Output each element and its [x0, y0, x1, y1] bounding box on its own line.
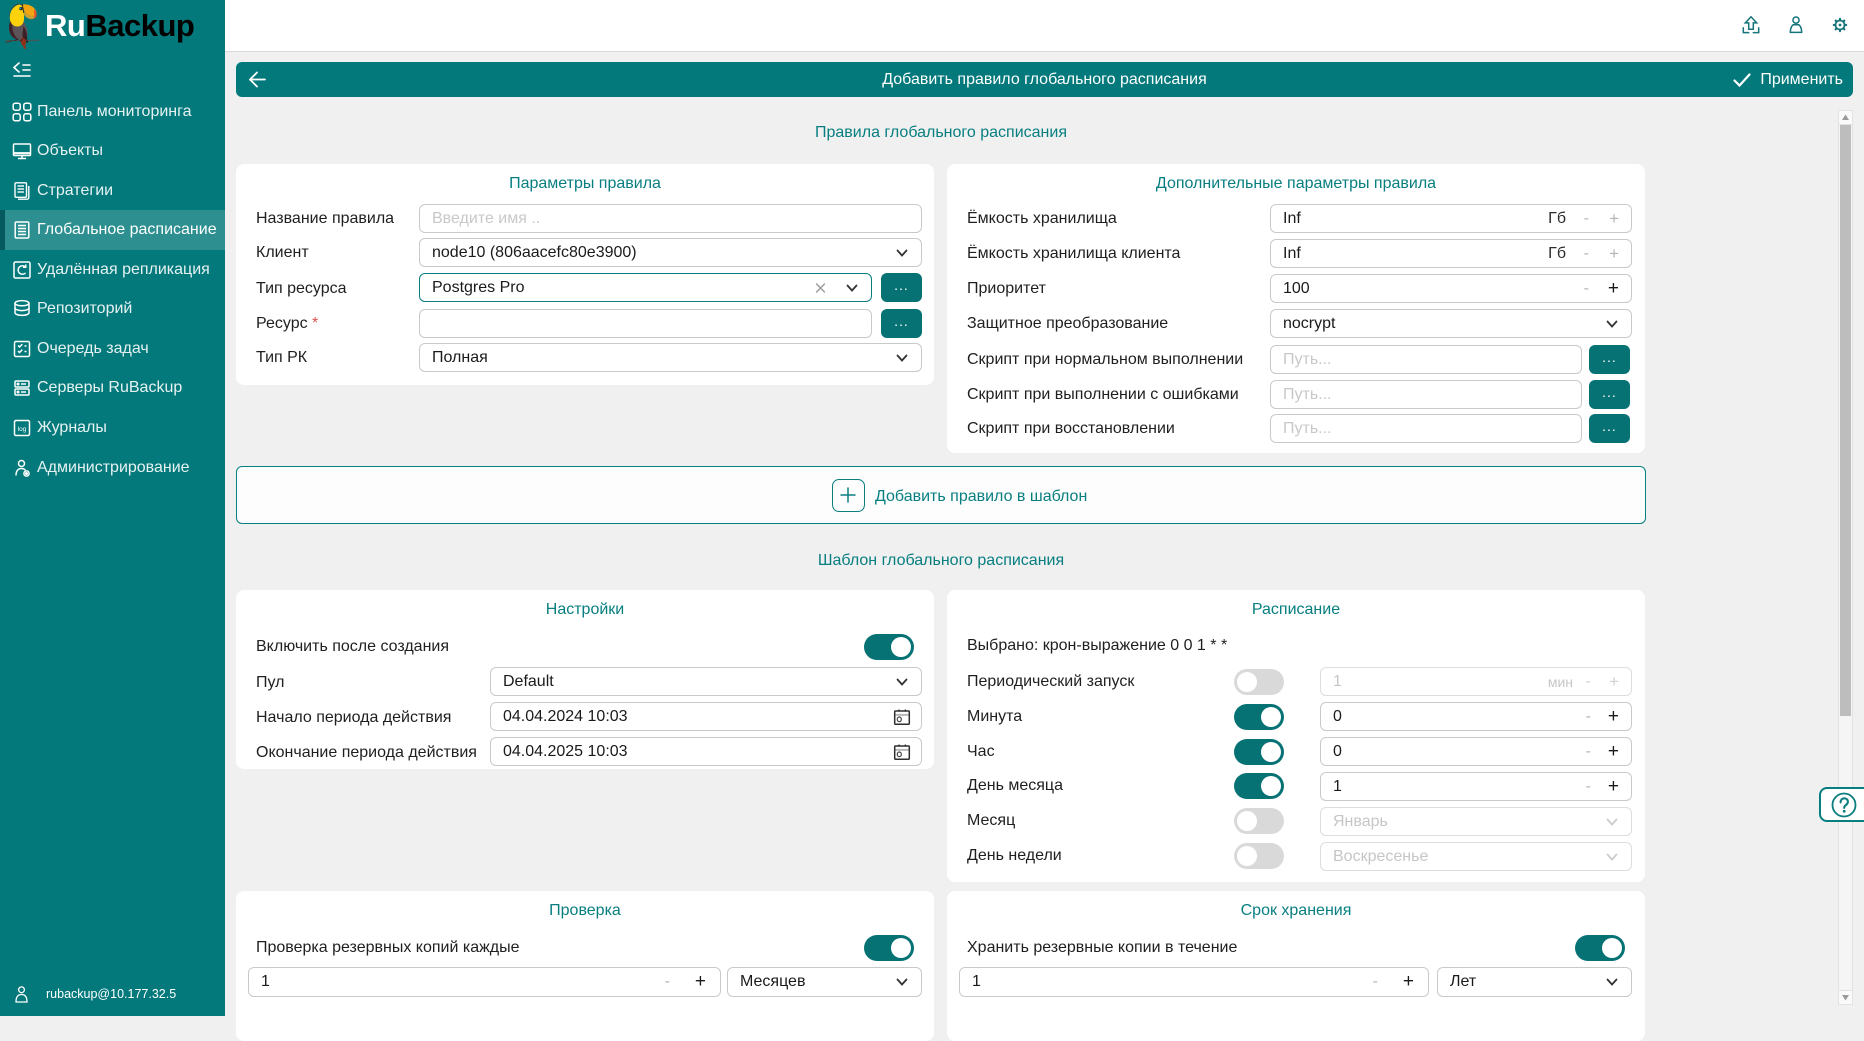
- svg-text:log: log: [18, 426, 27, 433]
